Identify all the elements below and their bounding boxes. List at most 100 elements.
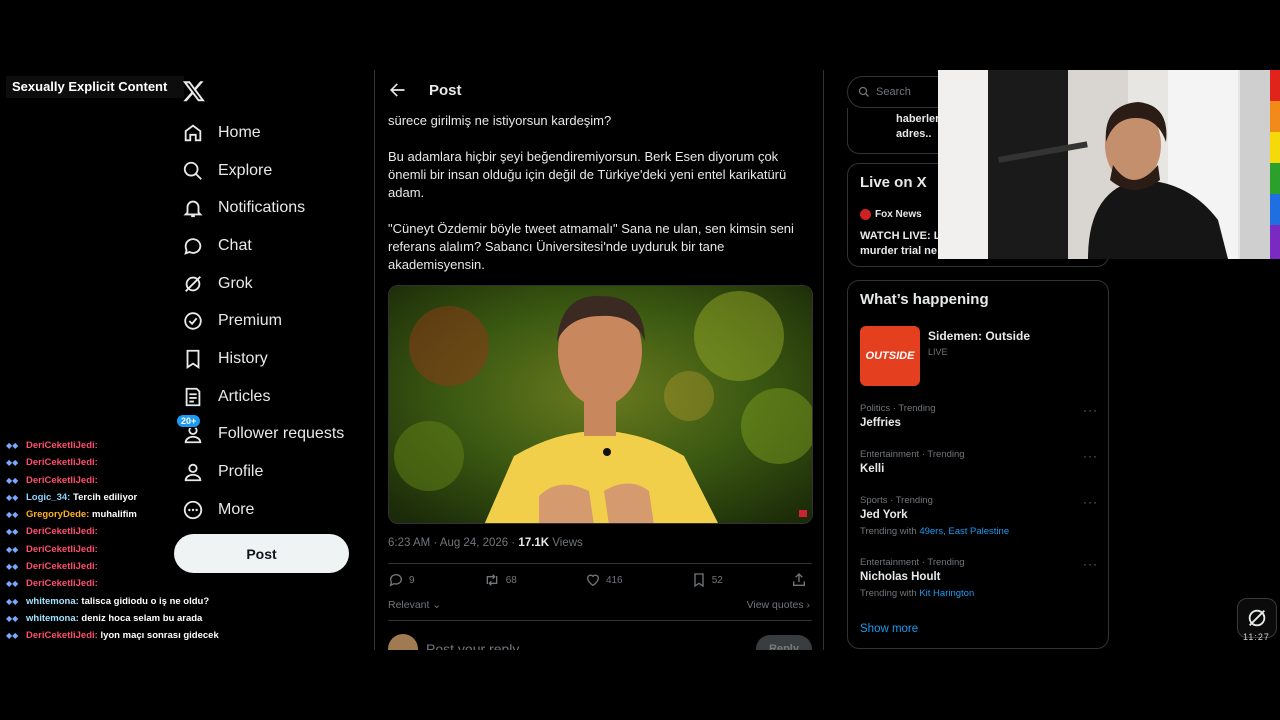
trend-item[interactable]: Politics · Trending Jeffries ···: [860, 403, 1098, 429]
bookmark-button[interactable]: 52: [691, 572, 723, 588]
chat-text: Tercih ediliyor: [73, 491, 138, 503]
nav-item-label: Explore: [218, 161, 273, 179]
nav-item-articles[interactable]: Articles: [172, 378, 372, 416]
article-icon: [182, 386, 204, 408]
tweet-text: sürece girilmiş ne istiyorsun kardeşim? …: [388, 112, 806, 292]
like-count: 416: [605, 574, 623, 586]
repost-button[interactable]: 68: [483, 572, 517, 588]
chat-message: ◆◆ whitemona: deniz hoca selam bu arada: [6, 610, 246, 627]
view-quotes-link[interactable]: View quotes ›: [747, 599, 810, 611]
tweet-paragraph: Bu adamlara hiçbir şeyi beğendiremiyorsu…: [388, 149, 787, 200]
nav-item-notifications[interactable]: Notifications: [172, 189, 372, 227]
trend-name: Kelli: [860, 463, 885, 475]
trend-with-link[interactable]: 49ers, East Palestine: [919, 526, 1009, 537]
repost-icon: [486, 574, 498, 586]
live-headline[interactable]: WATCH LIVE: L murder trial ne: [860, 229, 940, 259]
event-name: Sidemen: Outside: [928, 329, 1031, 343]
whats-happening-card: What’s happening OUTSIDE Sidemen: Outsid…: [847, 280, 1109, 649]
trend-item[interactable]: Sports · Trending Jed York Trending with 4…: [860, 495, 1098, 537]
chat-badge-icon: ◆◆: [6, 475, 19, 485]
more-options-icon[interactable]: ···: [1083, 449, 1098, 463]
chat-badge-icon: ◆◆: [6, 613, 19, 623]
chat-username: GregoryDede:: [26, 509, 90, 521]
trend-with-link[interactable]: Kit Harington: [919, 588, 974, 599]
fox-news-avatar: [860, 209, 871, 220]
nav-item-label: Grok: [218, 274, 253, 292]
notification-badge: 20+: [176, 414, 202, 429]
chat-text: talisca gidiodu o iş ne oldu?: [81, 595, 210, 607]
trend-with: Trending with 49ers, East Palestine: [860, 526, 1098, 537]
nav-item-home[interactable]: Home: [172, 114, 372, 152]
featured-event[interactable]: OUTSIDE Sidemen: Outside LIVE: [860, 326, 1030, 386]
stream-chat-overlay: ◆◆ DeriCeketliJedi: ◆◆ DeriCeketliJedi: ◆◆…: [6, 437, 246, 645]
back-arrow-icon[interactable]: [387, 80, 407, 100]
chat-username: DeriCeketliJedi:: [26, 474, 98, 486]
chat-username: whitemona:: [26, 595, 79, 607]
chat-badge-icon: ◆◆: [6, 596, 19, 606]
whats-happening-title: What’s happening: [860, 291, 989, 308]
event-status: LIVE: [928, 347, 948, 357]
more-options-icon[interactable]: ···: [1083, 403, 1098, 417]
chat-message: ◆◆ DeriCeketliJedi:: [6, 454, 246, 471]
chat-badge-icon: ◆◆: [6, 458, 19, 468]
show-more-link[interactable]: Show more: [860, 623, 918, 635]
chat-badge-icon: ◆◆: [6, 441, 19, 450]
chat-username: DeriCeketliJedi:: [26, 543, 98, 555]
more-options-icon[interactable]: ···: [1083, 495, 1098, 509]
nav-item-label: Articles: [218, 387, 271, 405]
trend-with: Trending with Kit Harington: [860, 588, 1098, 599]
reply-button[interactable]: 9: [388, 572, 415, 588]
trend-context: Sports · Trending: [860, 495, 933, 506]
grok-icon: [1248, 609, 1266, 627]
chat-badge-icon: ◆◆: [6, 631, 19, 641]
trend-item[interactable]: Entertainment · Trending Kelli ···: [860, 449, 1098, 475]
nav-item-history[interactable]: History: [172, 340, 372, 378]
reply-input[interactable]: Post your reply: [426, 641, 519, 650]
share-icon: [793, 573, 805, 586]
chat-message: ◆◆ whitemona: talisca gidiodu o iş ne old…: [6, 593, 246, 610]
search-icon: [182, 160, 204, 182]
clock: 11:27: [1243, 632, 1270, 642]
chat-badge-icon: ◆◆: [6, 492, 19, 502]
chat-message: ◆◆ DeriCeketliJedi: lyon maçı sonrası gid…: [6, 627, 246, 644]
trend-item[interactable]: Entertainment · Trending Nicholas Hoult Tr…: [860, 557, 1098, 599]
verified-icon: [182, 310, 204, 332]
view-quotes-label: View quotes: [746, 599, 804, 611]
views-count: 17.1K: [518, 537, 550, 549]
chat-badge-icon: ◆◆: [6, 562, 19, 572]
post-meta: 6:23 AM · Aug 24, 2026 · 17.1K Views: [388, 537, 583, 549]
trend-with-label: Trending with: [860, 526, 920, 537]
nav-item-explore[interactable]: Explore: [172, 152, 372, 190]
like-button[interactable]: 416: [585, 572, 623, 588]
chat-message: ◆◆ GregoryDede: muhalifim: [6, 506, 246, 523]
post-column: Post sürece girilmiş ne istiyorsun karde…: [374, 70, 824, 650]
chat-message: ◆◆ DeriCeketliJedi:: [6, 541, 246, 558]
chat-text: muhalifim: [92, 509, 137, 521]
search-icon: [858, 86, 869, 97]
reply-submit-button[interactable]: Reply: [756, 635, 812, 650]
avatar: [388, 634, 418, 650]
chat-badge-icon: ◆◆: [6, 510, 19, 520]
live-on-x-title: Live on X: [860, 174, 927, 191]
chat-icon: [182, 235, 204, 257]
live-source[interactable]: Fox News: [860, 209, 922, 220]
event-thumbnail: OUTSIDE: [860, 326, 920, 386]
nav-item-grok[interactable]: Grok: [172, 265, 372, 303]
webcam-overlay: [938, 70, 1280, 259]
x-logo-icon[interactable]: [182, 78, 206, 104]
trend-context: Entertainment · Trending: [860, 557, 965, 568]
chevron-right-icon: ›: [806, 599, 811, 611]
share-button[interactable]: [791, 572, 812, 588]
more-options-icon[interactable]: ···: [1083, 557, 1098, 571]
nav-item-chat[interactable]: Chat: [172, 227, 372, 265]
reply-sort-dropdown[interactable]: Relevant ⌄: [388, 599, 441, 611]
nav-item-premium[interactable]: Premium: [172, 302, 372, 340]
nav-item-label: Chat: [218, 236, 252, 254]
nav-item-label: Notifications: [218, 199, 306, 217]
reply-count: 9: [409, 574, 415, 586]
trend-context: Politics · Trending: [860, 403, 936, 414]
tweet-paragraph: "Cüneyt Özdemir böyle tweet atmamalı" Sa…: [388, 221, 794, 272]
live-source-name: Fox News: [875, 209, 922, 220]
tweet-video[interactable]: [388, 285, 813, 524]
reply-sort-label: Relevant: [388, 599, 430, 611]
